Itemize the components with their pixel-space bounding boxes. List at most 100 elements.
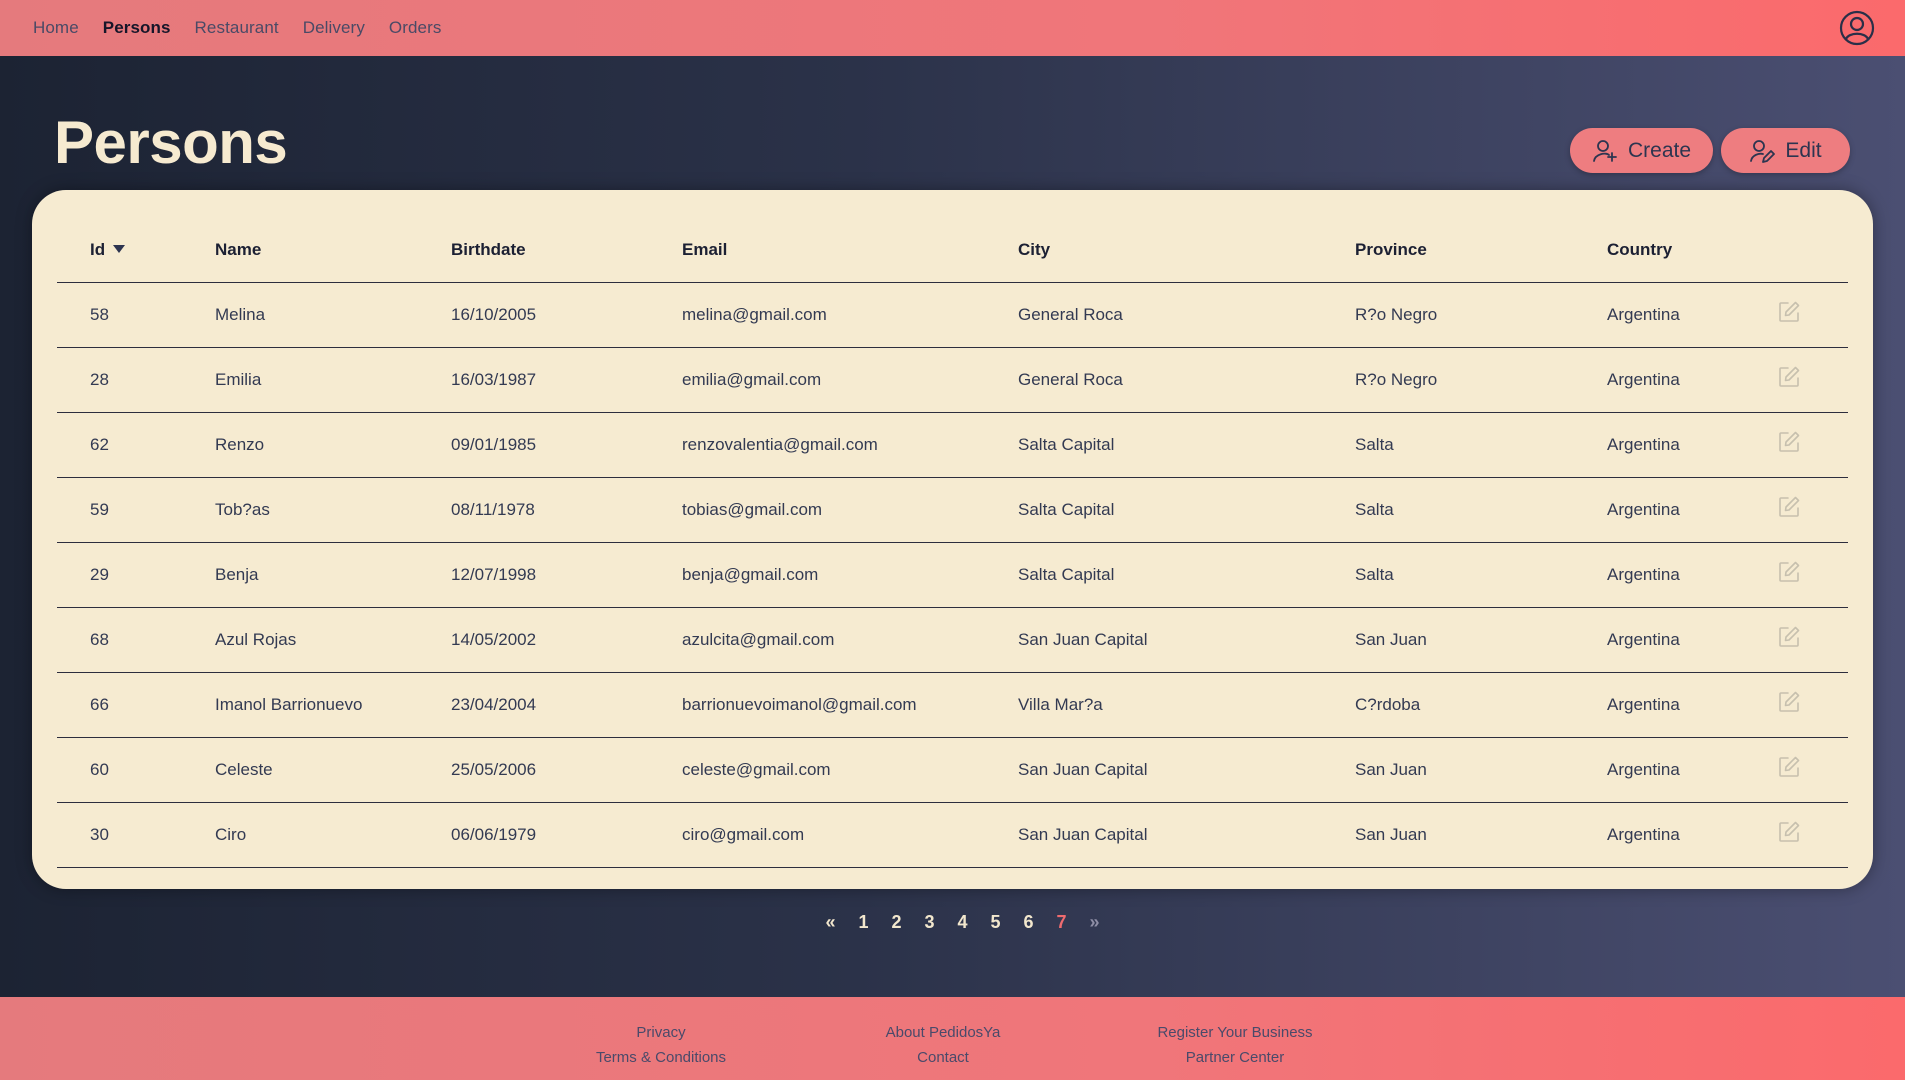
edit-row-icon[interactable] <box>1777 365 1801 389</box>
cell-actions <box>1777 737 1848 803</box>
cell-country: Argentina <box>1607 412 1777 478</box>
cell-email: tobias@gmail.com <box>682 477 1018 543</box>
table-row[interactable]: 68 Azul Rojas 14/05/2002 azulcita@gmail.com… <box>57 607 1848 673</box>
edit-user-icon <box>1750 139 1776 163</box>
footer-register-link[interactable]: Register Your Business <box>1157 1024 1312 1041</box>
cell-id: 28 <box>57 347 215 413</box>
header-name[interactable]: Name <box>215 218 451 283</box>
pagination-page-2[interactable]: 2 <box>880 912 913 933</box>
pagination-page-3[interactable]: 3 <box>913 912 946 933</box>
cell-city: General Roca <box>1018 282 1355 348</box>
pagination-page-1[interactable]: 1 <box>847 912 880 933</box>
footer: Privacy Terms & Conditions About Pedidos… <box>0 997 1905 1080</box>
footer-terms-link[interactable]: Terms & Conditions <box>596 1049 726 1066</box>
footer-about-link[interactable]: About PedidosYa <box>886 1024 1001 1041</box>
table-row[interactable]: 28 Emilia 16/03/1987 emilia@gmail.com Genera… <box>57 347 1848 413</box>
cell-email: ciro@gmail.com <box>682 802 1018 868</box>
cell-birthdate: 23/04/2004 <box>451 672 682 738</box>
create-button-label: Create <box>1627 138 1692 162</box>
footer-partner-link[interactable]: Partner Center <box>1186 1049 1284 1066</box>
cell-birthdate: 16/10/2005 <box>451 282 682 348</box>
header-birthdate[interactable]: Birthdate <box>451 218 682 283</box>
footer-privacy-link[interactable]: Privacy <box>636 1024 685 1041</box>
cell-email: azulcita@gmail.com <box>682 607 1018 673</box>
pagination-page-5[interactable]: 5 <box>979 912 1012 933</box>
cell-actions <box>1777 412 1848 478</box>
cell-country: Argentina <box>1607 607 1777 673</box>
create-button[interactable]: Create <box>1570 128 1713 173</box>
header-city[interactable]: City <box>1018 218 1355 283</box>
table-row[interactable]: 30 Ciro 06/06/1979 ciro@gmail.com San Juan C… <box>57 802 1848 868</box>
user-circle-icon[interactable] <box>1839 10 1875 46</box>
cell-city: General Roca <box>1018 347 1355 413</box>
cell-province: Salta <box>1355 542 1607 608</box>
edit-row-icon[interactable] <box>1777 690 1801 714</box>
cell-city: San Juan Capital <box>1018 802 1355 868</box>
nav-home[interactable]: Home <box>33 18 79 38</box>
cell-id: 58 <box>57 282 215 348</box>
cell-birthdate: 09/01/1985 <box>451 412 682 478</box>
cell-id: 68 <box>57 607 215 673</box>
cell-province: San Juan <box>1355 737 1607 803</box>
top-navbar: Home Persons Restaurant Delivery Orders <box>0 0 1905 56</box>
edit-row-icon[interactable] <box>1777 430 1801 454</box>
cell-province: Salta <box>1355 477 1607 543</box>
footer-contact-link[interactable]: Contact <box>917 1049 969 1066</box>
nav-persons[interactable]: Persons <box>103 18 171 38</box>
cell-id: 62 <box>57 412 215 478</box>
header-id[interactable]: Id <box>57 218 215 283</box>
cell-country: Argentina <box>1607 672 1777 738</box>
cell-province: C?rdoba <box>1355 672 1607 738</box>
cell-email: renzovalentia@gmail.com <box>682 412 1018 478</box>
cell-email: melina@gmail.com <box>682 282 1018 348</box>
cell-birthdate: 08/11/1978 <box>451 477 682 543</box>
nav-delivery[interactable]: Delivery <box>303 18 365 38</box>
table-row[interactable]: 29 Benja 12/07/1998 benja@gmail.com Salta Ca… <box>57 542 1848 608</box>
table-row[interactable]: 58 Melina 16/10/2005 melina@gmail.com Genera… <box>57 282 1848 348</box>
cell-email: emilia@gmail.com <box>682 347 1018 413</box>
cell-actions <box>1777 282 1848 348</box>
header-province[interactable]: Province <box>1355 218 1607 283</box>
cell-country: Argentina <box>1607 802 1777 868</box>
pagination-next[interactable]: » <box>1078 912 1111 933</box>
edit-row-icon[interactable] <box>1777 300 1801 324</box>
header-country[interactable]: Country <box>1607 218 1777 283</box>
cell-name: Ciro <box>215 802 451 868</box>
cell-actions <box>1777 672 1848 738</box>
cell-birthdate: 25/05/2006 <box>451 737 682 803</box>
edit-row-icon[interactable] <box>1777 625 1801 649</box>
cell-province: San Juan <box>1355 802 1607 868</box>
pagination-page-7-current[interactable]: 7 <box>1045 912 1078 933</box>
edit-row-icon[interactable] <box>1777 820 1801 844</box>
cell-name: Azul Rojas <box>215 607 451 673</box>
table-row[interactable]: 66 Imanol Barrionuevo 23/04/2004 barrionuev… <box>57 672 1848 738</box>
pagination-prev[interactable]: « <box>814 912 847 933</box>
cell-actions <box>1777 607 1848 673</box>
pagination-page-4[interactable]: 4 <box>946 912 979 933</box>
cell-province: San Juan <box>1355 607 1607 673</box>
edit-row-icon[interactable] <box>1777 495 1801 519</box>
cell-id: 30 <box>57 802 215 868</box>
edit-row-icon[interactable] <box>1777 560 1801 584</box>
edit-button[interactable]: Edit <box>1721 128 1850 173</box>
edit-row-icon[interactable] <box>1777 755 1801 779</box>
nav-orders[interactable]: Orders <box>389 18 442 38</box>
cell-name: Benja <box>215 542 451 608</box>
cell-birthdate: 12/07/1998 <box>451 542 682 608</box>
table-row[interactable]: 62 Renzo 09/01/1985 renzovalentia@gmail.com… <box>57 412 1848 478</box>
cell-country: Argentina <box>1607 477 1777 543</box>
sort-desc-icon <box>113 244 126 253</box>
table-row[interactable]: 60 Celeste 25/05/2006 celeste@gmail.com San … <box>57 737 1848 803</box>
header-email[interactable]: Email <box>682 218 1018 283</box>
cell-actions <box>1777 477 1848 543</box>
table-row[interactable]: 59 Tob?as 08/11/1978 tobias@gmail.com Salta … <box>57 477 1848 543</box>
cell-city: Villa Mar?a <box>1018 672 1355 738</box>
cell-name: Melina <box>215 282 451 348</box>
pagination-page-6[interactable]: 6 <box>1012 912 1045 933</box>
cell-birthdate: 06/06/1979 <box>451 802 682 868</box>
cell-country: Argentina <box>1607 737 1777 803</box>
persons-table-card: Id Name Birthdate Email City Province Co… <box>32 190 1873 889</box>
cell-province: R?o Negro <box>1355 282 1607 348</box>
nav-restaurant[interactable]: Restaurant <box>195 18 279 38</box>
cell-name: Celeste <box>215 737 451 803</box>
